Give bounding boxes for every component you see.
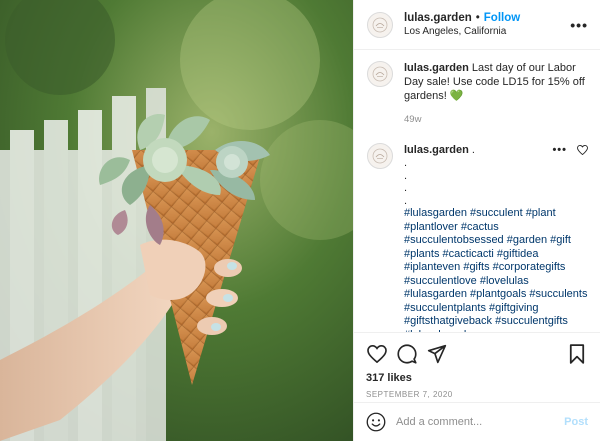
follow-button[interactable]: Follow: [484, 12, 520, 24]
heart-icon[interactable]: [366, 343, 388, 365]
action-bar: 317 likes SEPTEMBER 7, 2020: [354, 332, 600, 399]
caption-body: lulas.garden Last day of our Labor Day s…: [404, 61, 588, 127]
comment-row: lulas.garden . ••• . . . . #lulasgarden …: [366, 127, 588, 332]
comments-list[interactable]: lulas.garden Last day of our Labor Day s…: [354, 50, 600, 332]
location-link[interactable]: Los Angeles, California: [404, 26, 570, 37]
post-header: lulas.garden • Follow Los Angeles, Calif…: [354, 0, 600, 50]
comment-body: lulas.garden . ••• . . . . #lulasgarden …: [404, 143, 588, 332]
add-comment-bar: Post: [354, 402, 600, 441]
header-text: lulas.garden • Follow Los Angeles, Calif…: [404, 12, 570, 37]
add-comment-input[interactable]: [396, 416, 565, 428]
header-separator: •: [475, 12, 480, 24]
header-username[interactable]: lulas.garden: [404, 12, 472, 24]
post-date[interactable]: SEPTEMBER 7, 2020: [366, 390, 588, 399]
caption-row: lulas.garden Last day of our Labor Day s…: [366, 50, 588, 127]
share-icon[interactable]: [426, 343, 448, 365]
comment-dot-1: .: [404, 157, 408, 169]
comment-dot-2: .: [404, 169, 408, 182]
comment-like-heart-icon[interactable]: [577, 145, 588, 155]
caption-username[interactable]: lulas.garden: [404, 62, 469, 74]
comment-username[interactable]: lulas.garden: [404, 144, 469, 156]
instagram-post: lulas.garden • Follow Los Angeles, Calif…: [0, 0, 600, 441]
succulent-cone-image: [0, 0, 353, 441]
lulas-garden-avatar-icon: [372, 17, 388, 32]
likes-count[interactable]: 317 likes: [366, 372, 588, 384]
comment-avatar[interactable]: [367, 143, 393, 169]
more-options-icon[interactable]: •••: [570, 17, 588, 33]
lulas-garden-avatar-icon: [372, 66, 388, 82]
caption-age[interactable]: 49w: [404, 113, 588, 127]
header-top-line: lulas.garden • Follow: [404, 12, 570, 24]
comment-more-icon[interactable]: •••: [552, 143, 567, 157]
action-icons: [366, 339, 588, 369]
post-photo[interactable]: [0, 0, 353, 441]
post-comment-button[interactable]: Post: [564, 416, 588, 428]
caption-avatar[interactable]: [367, 61, 393, 87]
post-side-panel: lulas.garden • Follow Los Angeles, Calif…: [353, 0, 600, 441]
comment-tools: •••: [552, 143, 588, 157]
lulas-garden-avatar-icon: [372, 148, 388, 164]
bookmark-icon[interactable]: [566, 343, 588, 365]
emoji-icon[interactable]: [366, 412, 386, 432]
comment-hashtags[interactable]: #lulasgarden #succulent #plant #plantlov…: [404, 207, 588, 332]
comment-dot-3: .: [404, 182, 408, 194]
comment-first-dot: .: [471, 144, 475, 156]
comment-top-line: lulas.garden . •••: [404, 143, 588, 157]
comment-icon[interactable]: [396, 343, 418, 365]
comment-dot-4: .: [404, 194, 408, 207]
avatar[interactable]: [367, 11, 393, 38]
